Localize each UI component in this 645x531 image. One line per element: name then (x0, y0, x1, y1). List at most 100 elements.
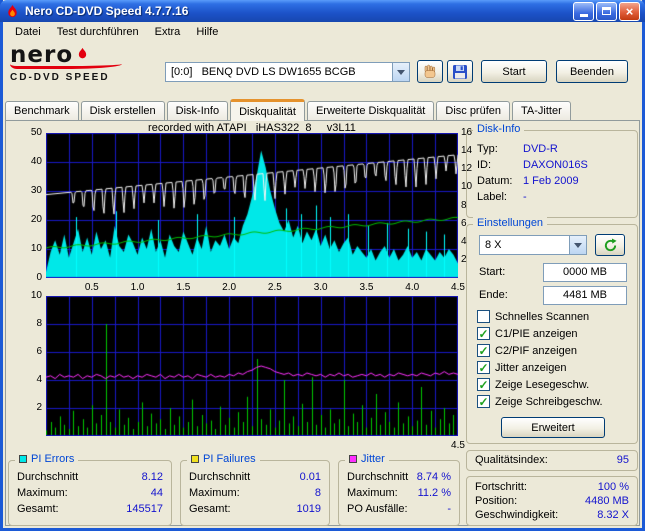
position-value: 4480 MB (584, 495, 629, 507)
scan-end-field[interactable]: 4481 MB (543, 286, 627, 305)
pie-total-label: Gesamt: (17, 503, 59, 515)
checkbox-zeige-lesegeschw[interactable]: ✓ Zeige Lesegeschw. (477, 378, 589, 391)
refresh-button[interactable] (595, 234, 625, 256)
disk-date-label: Datum: (477, 175, 513, 187)
checkbox-box[interactable]: ✓ (477, 378, 490, 391)
drive-select[interactable]: [0:0] BENQ DVD LS DW1655 BCGB (165, 62, 410, 82)
speed-select[interactable]: 8 X (479, 235, 587, 255)
menu-test-durchfuehren[interactable]: Test durchführen (49, 24, 147, 40)
chevron-down-icon (397, 69, 405, 75)
tab-strip: Benchmark Disk erstellen Disk-Info Diskq… (5, 98, 640, 121)
tab-ta-jitter[interactable]: TA-Jitter (512, 101, 571, 120)
tab-disc-pruefen[interactable]: Disc prüfen (436, 101, 511, 120)
drive-select-value: [0:0] BENQ DVD LS DW1655 BCGB (171, 66, 356, 78)
axis-tick-label: 4.5 (451, 282, 465, 293)
jitter-group-title: Jitter (345, 453, 389, 465)
hand-icon (424, 64, 436, 78)
speed-select-value: 8 X (485, 239, 502, 251)
jitter-avg-value: 8.74 % (416, 471, 451, 483)
speed-select-arrow[interactable] (569, 236, 586, 254)
checkbox-box[interactable]: ✓ (477, 327, 490, 340)
eject-hand-button[interactable] (417, 60, 443, 83)
refresh-icon (604, 237, 617, 251)
tab-diskqualitaet[interactable]: Diskqualität (230, 99, 305, 121)
menu-bar: Datei Test durchführen Extra Hilfe (3, 22, 642, 42)
disk-id-value: DAXON016S (523, 159, 588, 171)
checkbox-box[interactable]: ✓ (477, 344, 490, 357)
pie-avg-label: Durchschnitt (17, 471, 79, 483)
jitter-color-swatch (349, 455, 357, 463)
pif-avg-label: Durchschnitt (189, 471, 251, 483)
checkbox-schnelles-scannen[interactable]: Schnelles Scannen (477, 310, 589, 323)
pi-errors-group-title: PI Errors (15, 453, 79, 465)
pi-failures-title: PI Failures (203, 453, 256, 465)
nero-flame-icon (78, 47, 87, 59)
nero-logo: nero CD-DVD SPEED (10, 44, 160, 83)
minimize-button[interactable] (573, 1, 594, 21)
axis-tick-label: 2.5 (267, 282, 282, 293)
jitter-avg-label: Durchschnitt (347, 471, 409, 483)
title-bar: Nero CD-DVD Speed 4.7.7.16 × (0, 0, 645, 22)
progress-value: 100 % (597, 481, 629, 493)
checkbox-jitter-anzeigen[interactable]: ✓ Jitter anzeigen (477, 361, 567, 374)
quality-index-value: 95 (616, 454, 629, 466)
checkbox-c1-pie-anzeigen[interactable]: ✓ C1/PIE anzeigen (477, 327, 578, 340)
axis-tick-label: 10 (461, 181, 473, 193)
disk-info-group: Disk-Info Typ: DVD-R ID: DAXON016S Datum… (466, 123, 638, 218)
tab-disk-info[interactable]: Disk-Info (166, 101, 229, 120)
tab-erweiterte-diskqualitaet[interactable]: Erweiterte Diskqualität (306, 101, 435, 120)
checkbox-box[interactable]: ✓ (477, 395, 490, 408)
quit-button[interactable]: Beenden (556, 60, 628, 83)
axis-tick-label: 10 (30, 243, 42, 254)
pi-failures-group: PI Failures Durchschnitt 0.01 Maximum: 8… (180, 453, 330, 526)
checkbox-box[interactable]: ✓ (477, 361, 490, 374)
checkbox-label: C1/PIE anzeigen (495, 327, 578, 340)
axis-tick-label: 2 (36, 402, 42, 413)
jitter-max-label: Maximum: (347, 487, 398, 499)
disk-date-value: 1 Feb 2009 (523, 175, 579, 187)
menu-hilfe[interactable]: Hilfe (188, 24, 226, 40)
axis-tick-label: 1.0 (130, 282, 145, 293)
pif-avg-value: 0.01 (299, 471, 321, 483)
axis-tick-label: 4 (36, 374, 42, 385)
advanced-button[interactable]: Erweitert (501, 417, 605, 438)
axis-tick-label: 0 (36, 272, 42, 283)
checkbox-c2-pif-anzeigen[interactable]: ✓ C2/PIF anzeigen (477, 344, 577, 357)
speed-value: 8.32 X (597, 509, 629, 521)
pie-max-label: Maximum: (17, 487, 68, 499)
close-button[interactable]: × (619, 1, 640, 21)
axis-tick-label: 4 (461, 235, 467, 247)
pif-jitter-chart (46, 296, 458, 436)
menu-datei[interactable]: Datei (7, 24, 49, 40)
disk-type-value: DVD-R (523, 143, 558, 155)
menu-extra[interactable]: Extra (147, 24, 189, 40)
quality-index-group: Qualitätsindex: 95 (466, 450, 638, 471)
save-button[interactable] (447, 60, 473, 83)
pif-max-value: 8 (314, 487, 321, 499)
drive-select-arrow[interactable] (392, 63, 409, 81)
checkbox-zeige-schreibgeschw[interactable]: ✓ Zeige Schreibgeschw. (477, 395, 603, 408)
checkbox-label: Zeige Lesegeschw. (495, 378, 590, 391)
tab-benchmark[interactable]: Benchmark (5, 101, 79, 120)
pi-failures-group-title: PI Failures (187, 453, 260, 465)
app-window: Nero CD-DVD Speed 4.7.7.16 × Datei Test … (0, 0, 645, 531)
jitter-title: Jitter (361, 453, 385, 465)
axis-tick-label: 1.5 (176, 282, 191, 293)
disk-label-label: Label: (477, 191, 507, 203)
pie-errors-chart (46, 133, 458, 278)
progress-label: Fortschritt: (475, 481, 527, 493)
quit-button-label: Beenden (569, 65, 615, 78)
speed-label: Geschwindigkeit: (475, 509, 559, 521)
progress-group: Fortschritt: 100 % Position: 4480 MB Ges… (466, 476, 638, 526)
tab-disk-erstellen[interactable]: Disk erstellen (80, 101, 165, 120)
checkbox-box[interactable] (477, 310, 490, 323)
axis-tick-label: 6 (36, 346, 42, 357)
maximize-button[interactable] (596, 1, 617, 21)
start-button[interactable]: Start (481, 60, 547, 83)
scan-start-field[interactable]: 0000 MB (543, 263, 627, 282)
axis-tick-label: 8 (36, 318, 42, 329)
axis-tick-label: 50 (30, 127, 42, 138)
pie-avg-value: 8.12 (141, 471, 163, 483)
pi-errors-group: PI Errors Durchschnitt 8.12 Maximum: 44 … (8, 453, 172, 526)
pif-color-swatch (191, 455, 199, 463)
